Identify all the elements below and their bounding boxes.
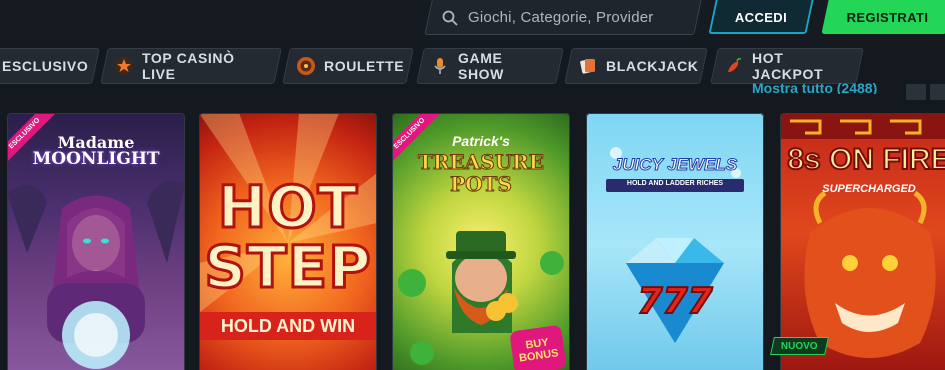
nav-item-label: ESCLUSIVO xyxy=(2,58,89,74)
login-button[interactable]: ACCEDI xyxy=(708,0,814,34)
game-title-top: JUICY JEWELS xyxy=(612,155,738,175)
next-arrow-button[interactable] xyxy=(930,84,945,100)
chili-icon xyxy=(724,56,744,76)
prev-arrow-button[interactable] xyxy=(906,84,926,100)
game-card-juicy-jewels[interactable]: JUICY JEWELS HOLD AND LADDER RICHES 777 xyxy=(586,113,764,370)
game-title-top: Patrick's xyxy=(452,133,510,149)
game-subtitle: HOLD AND WIN xyxy=(220,316,356,336)
nav-item-exclusive[interactable]: ESCLUSIVO xyxy=(0,48,100,84)
game-title-bottom: MOONLIGHT xyxy=(32,149,160,169)
search-icon xyxy=(442,10,458,26)
search-input[interactable]: Giochi, Categorie, Provider xyxy=(434,0,694,35)
star-icon xyxy=(114,56,134,76)
game-subtitle: SUPERCHARGED xyxy=(822,183,916,195)
search-placeholder: Giochi, Categorie, Provider xyxy=(468,9,654,26)
microphone-icon xyxy=(430,56,450,76)
buy-bonus-badge: BUY BONUS xyxy=(518,336,560,365)
game-card-madame-moonlight[interactable]: Madame MOONLIGHT ESCLUSIVO xyxy=(7,113,185,370)
register-label: REGISTRATI xyxy=(846,9,929,25)
register-button[interactable]: REGISTRATI xyxy=(821,0,945,34)
cards-icon xyxy=(578,56,598,76)
game-symbol: 777 xyxy=(636,280,713,323)
login-label: ACCEDI xyxy=(734,9,788,25)
game-card-treasure-pots[interactable]: Patrick's TREASURE POTS BUY BONUS ESCLUS… xyxy=(392,113,570,370)
game-title-bottom: TREASURE POTS xyxy=(417,150,544,196)
nav-item-roulette[interactable]: ROULETTE xyxy=(282,48,414,84)
nav-item-blackjack[interactable]: BLACKJACK xyxy=(564,48,708,84)
game-card-8s-on-fire[interactable]: 8s ON FIRE SUPERCHARGED xyxy=(780,113,945,370)
show-all-link[interactable]: Mostra tutto (2488) xyxy=(752,78,877,94)
nav-item-label: TOP CASINÒ LIVE xyxy=(142,50,235,82)
nav-item-label: BLACKJACK xyxy=(606,58,699,74)
game-subtitle: HOLD AND LADDER RICHES xyxy=(626,180,724,187)
nav-item-top-live-casino[interactable]: TOP CASINÒ LIVE xyxy=(100,48,282,84)
game-title-top: HOT xyxy=(216,173,359,241)
game-card-hot-step[interactable]: HOT STEP HOLD AND WIN xyxy=(199,113,377,370)
new-badge: NUOVO xyxy=(770,337,829,355)
game-title-top: 8s ON FIRE xyxy=(786,142,945,177)
nav-item-label: GAME SHOW xyxy=(458,50,504,82)
nav-item-game-show[interactable]: GAME SHOW xyxy=(416,48,564,84)
nav-item-label: ROULETTE xyxy=(324,58,405,74)
game-title-mid: STEP xyxy=(203,233,372,301)
roulette-icon xyxy=(296,56,316,76)
game-artwork xyxy=(610,147,741,343)
